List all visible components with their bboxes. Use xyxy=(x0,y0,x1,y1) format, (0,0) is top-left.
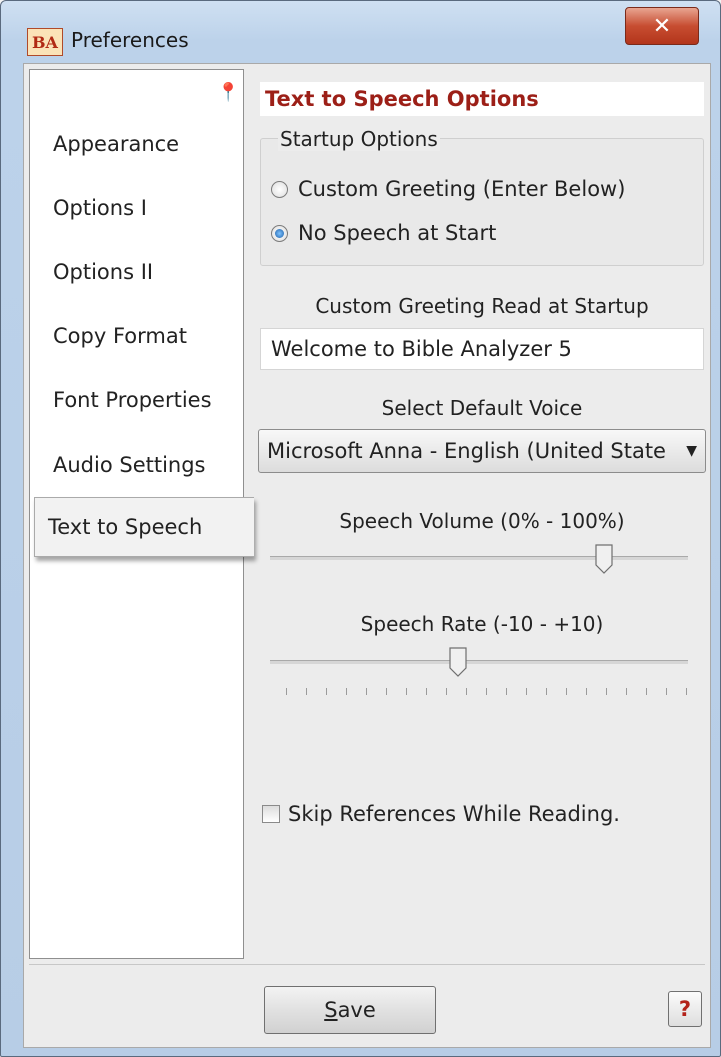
rate-slider-track[interactable] xyxy=(270,660,688,664)
slider-tick xyxy=(586,688,587,695)
slider-tick xyxy=(566,688,567,695)
slider-tick xyxy=(326,688,327,695)
close-button[interactable]: ✕ xyxy=(625,7,699,45)
radio-label: Custom Greeting (Enter Below) xyxy=(298,177,626,201)
slider-tick xyxy=(546,688,547,695)
sidebar-item-font-properties[interactable]: Font Properties xyxy=(53,388,212,412)
radio-label: No Speech at Start xyxy=(298,221,497,245)
checkbox-label: Skip References While Reading. xyxy=(288,802,620,826)
title-bar[interactable]: BA Preferences ✕ xyxy=(1,1,720,63)
slider-tick xyxy=(626,688,627,695)
save-accel: S xyxy=(324,998,338,1022)
sidebar-item-text-to-speech[interactable]: Text to Speech xyxy=(34,497,254,557)
radio-button[interactable] xyxy=(271,180,288,198)
sidebar-item-options-1[interactable]: Options I xyxy=(53,196,147,220)
panel-title: Text to Speech Options xyxy=(260,82,704,116)
slider-tick xyxy=(346,688,347,695)
volume-slider-track[interactable] xyxy=(270,556,688,560)
window-title: Preferences xyxy=(71,28,189,52)
slider-tick xyxy=(366,688,367,695)
voice-select-value: Microsoft Anna - English (United State xyxy=(267,439,666,463)
rate-label: Speech Rate (-10 - +10) xyxy=(360,612,604,636)
save-button[interactable]: Save xyxy=(264,986,436,1034)
volume-slider-thumb[interactable] xyxy=(595,544,613,574)
chevron-down-icon: ▼ xyxy=(686,443,697,459)
rate-slider-ticks xyxy=(286,688,687,696)
skip-references-checkbox[interactable]: Skip References While Reading. xyxy=(262,802,620,826)
help-icon: ? xyxy=(678,997,692,1021)
slider-tick xyxy=(406,688,407,695)
footer-divider xyxy=(29,964,705,965)
slider-tick xyxy=(386,688,387,695)
sidebar-item-options-2[interactable]: Options II xyxy=(53,260,153,284)
slider-tick xyxy=(446,688,447,695)
preferences-window: BA Preferences ✕ 📍 Appearance Options I … xyxy=(0,0,721,1057)
slider-tick xyxy=(306,688,307,695)
checkbox[interactable] xyxy=(262,805,280,823)
radio-button-selected[interactable] xyxy=(271,224,288,242)
startup-options-group: Startup Options Custom Greeting (Enter B… xyxy=(260,127,704,266)
greeting-input[interactable]: Welcome to Bible Analyzer 5 xyxy=(260,328,704,370)
sidebar-item-copy-format[interactable]: Copy Format xyxy=(53,324,187,348)
sidebar-item-appearance[interactable]: Appearance xyxy=(53,132,179,156)
slider-tick xyxy=(506,688,507,695)
slider-tick xyxy=(666,688,667,695)
sidebar-item-audio-settings[interactable]: Audio Settings xyxy=(53,453,206,477)
slider-tick xyxy=(286,688,287,695)
slider-tick xyxy=(526,688,527,695)
slider-tick xyxy=(466,688,467,695)
save-label: ave xyxy=(337,998,376,1022)
close-icon: ✕ xyxy=(652,13,672,39)
slider-tick xyxy=(606,688,607,695)
pin-icon[interactable]: 📍 xyxy=(217,82,239,103)
slider-tick xyxy=(486,688,487,695)
greeting-label: Custom Greeting Read at Startup xyxy=(315,294,649,318)
app-icon: BA xyxy=(27,28,63,56)
help-button[interactable]: ? xyxy=(668,991,702,1027)
sidebar-item-label: Text to Speech xyxy=(48,515,203,539)
radio-custom-greeting[interactable]: Custom Greeting (Enter Below) xyxy=(271,177,625,201)
client-area: 📍 Appearance Options I Options II Copy F… xyxy=(23,63,711,1048)
text-to-speech-panel: Text to Speech Options Startup Options C… xyxy=(256,74,708,944)
group-legend: Startup Options xyxy=(278,127,440,151)
radio-no-speech[interactable]: No Speech at Start xyxy=(271,221,496,245)
slider-tick xyxy=(686,688,687,695)
volume-label: Speech Volume (0% - 100%) xyxy=(339,509,625,533)
voice-label: Select Default Voice xyxy=(381,396,583,420)
voice-select[interactable]: Microsoft Anna - English (United State ▼ xyxy=(258,429,706,473)
rate-slider-thumb[interactable] xyxy=(449,647,467,677)
slider-tick xyxy=(646,688,647,695)
slider-tick xyxy=(426,688,427,695)
